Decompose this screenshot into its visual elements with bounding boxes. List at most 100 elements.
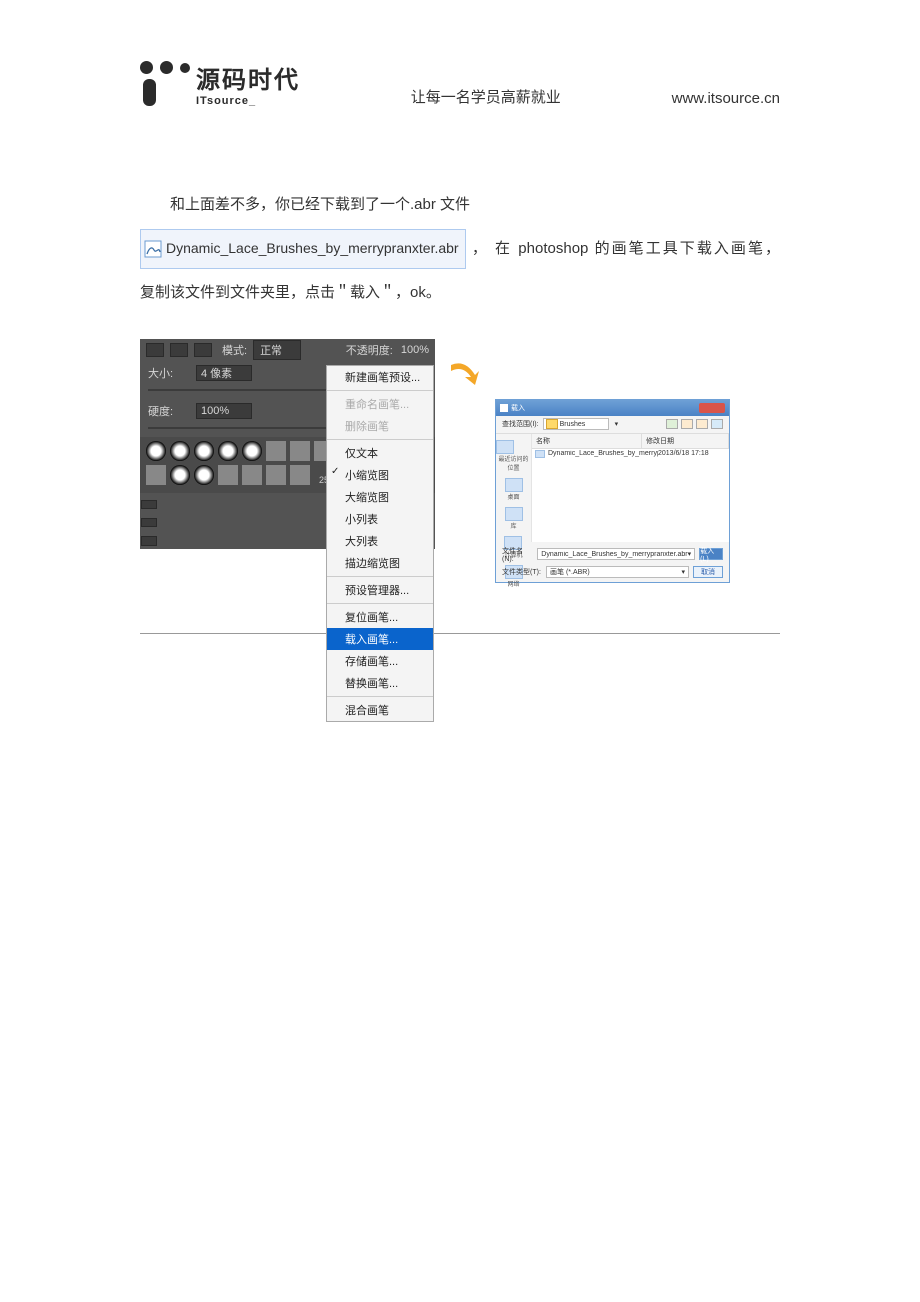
header-slogan: 让每一名学员高薪就业 [300, 86, 672, 107]
brush-thumb[interactable] [266, 465, 286, 485]
logo-text-cn: 源码时代 [196, 60, 300, 95]
view-icon[interactable] [711, 419, 723, 429]
mode-dropdown[interactable]: 正常 [253, 340, 301, 360]
dialog-bottom: 文件名(N): Dynamic_Lace_Brushes_by_merrypra… [496, 542, 729, 582]
brush-thumb[interactable] [146, 465, 166, 485]
close-button[interactable] [699, 403, 725, 413]
text: .abr [410, 196, 436, 213]
back-icon[interactable] [666, 419, 678, 429]
text: 和上面差不多，你已经下载到了一个 [170, 196, 410, 213]
menu-item[interactable]: 大缩览图 [327, 486, 433, 508]
file-row[interactable]: Dynamic_Lace_Brushes_by_merrypranxter.ab… [532, 449, 729, 459]
curved-arrow-icon [449, 361, 481, 393]
menu-separator [327, 696, 433, 697]
location-label: 查找范围(I): [502, 419, 539, 429]
up-icon[interactable] [681, 419, 693, 429]
menu-item[interactable]: 替换画笔... [327, 672, 433, 694]
recent-places-icon[interactable] [496, 440, 514, 454]
desktop-icon[interactable] [505, 478, 523, 492]
dialog-titlebar: 载入 [496, 400, 729, 416]
brush-thumb[interactable] [242, 441, 262, 461]
sidebar-label: 最近访问的位置 [496, 454, 531, 472]
dialog-title: 载入 [511, 403, 525, 413]
menu-item[interactable]: 混合画笔 [327, 699, 433, 721]
brush-preset-icon[interactable] [170, 343, 188, 357]
load-button[interactable]: 载入(L) [699, 548, 723, 560]
menu-item[interactable]: 仅文本 [327, 442, 433, 464]
load-file-dialog: 载入 查找范围(I): Brushes ▾ 最近访问的 [495, 399, 730, 583]
logo-mark [140, 61, 190, 107]
col-name[interactable]: 名称 [532, 434, 642, 448]
logo-text-en: ITsource_ [196, 95, 300, 107]
file-row-name: Dynamic_Lace_Brushes_by_merrypranxter.ab… [548, 450, 658, 458]
page-header: 源码时代 ITsource_ 让每一名学员高薪就业 www.itsource.c… [140, 60, 780, 107]
location-dropdown[interactable]: Brushes [543, 418, 609, 430]
header-url: www.itsource.cn [672, 90, 780, 107]
brush-thumb[interactable] [146, 441, 166, 461]
brush-thumb[interactable] [290, 441, 310, 461]
sidebar-label: 桌面 [505, 492, 523, 501]
new-folder-icon[interactable] [696, 419, 708, 429]
hardness-input[interactable]: 100% [196, 403, 252, 419]
filename-input[interactable]: Dynamic_Lace_Brushes_by_merrypranxter.ab… [537, 548, 695, 560]
brush-tool-icon[interactable] [146, 343, 164, 357]
opacity-label: 不透明度: [346, 342, 393, 358]
menu-item[interactable]: 复位画笔... [327, 606, 433, 628]
section-divider [140, 633, 780, 634]
tool-icon[interactable] [141, 518, 157, 527]
brush-panel-icon[interactable] [194, 343, 212, 357]
libraries-icon[interactable] [505, 507, 523, 521]
size-label: 大小: [148, 365, 196, 381]
menu-separator [327, 439, 433, 440]
menu-item[interactable]: 存储画笔... [327, 650, 433, 672]
brush-preset-menu: 新建画笔预设... 重命名画笔...删除画笔仅文本小缩览图大缩览图小列表大列表描边… [326, 365, 434, 722]
paragraph-2: Dynamic_Lace_Brushes_by_merrypranxter.ab… [140, 229, 780, 269]
file-row-date: 2013/6/18 17:18 [658, 450, 729, 458]
folder-icon [546, 419, 558, 429]
text: 文件 [436, 196, 470, 213]
menu-item: 删除画笔 [327, 415, 433, 437]
tool-icon[interactable] [141, 536, 157, 545]
menu-item[interactable]: 载入画笔... [327, 628, 433, 650]
sidebar-label: 库 [505, 521, 523, 530]
tool-icon[interactable] [141, 500, 157, 509]
brush-thumb[interactable] [242, 465, 262, 485]
dialog-toolbar: 查找范围(I): Brushes ▾ [496, 416, 729, 434]
location-value: Brushes [560, 421, 586, 428]
menu-item: 重命名画笔... [327, 393, 433, 415]
filetype-label: 文件类型(T): [502, 567, 542, 577]
brush-thumb[interactable] [218, 465, 238, 485]
col-date[interactable]: 修改日期 [642, 434, 729, 448]
menu-separator [327, 603, 433, 604]
paragraph-3: 复制该文件到文件夹里，点击＂载入＂，ok。 [140, 275, 780, 311]
mode-label: 模式: [222, 342, 247, 358]
menu-item[interactable]: 预设管理器... [327, 579, 433, 601]
brush-thumb[interactable] [194, 465, 214, 485]
menu-item[interactable]: 大列表 [327, 530, 433, 552]
hardness-label: 硬度: [148, 403, 196, 419]
text: ， 在 photoshop 的画笔工具下载入画笔， [472, 240, 780, 257]
menu-item[interactable]: 小列表 [327, 508, 433, 530]
dialog-icon [500, 404, 508, 412]
abr-file-icon [535, 450, 545, 458]
brush-thumb[interactable] [194, 441, 214, 461]
brush-thumb[interactable] [290, 465, 310, 485]
menu-separator [327, 390, 433, 391]
menu-item[interactable]: 描边缩览图 [327, 552, 433, 574]
brush-thumb[interactable] [266, 441, 286, 461]
ps-options-bar: 模式: 正常 不透明度: 100% [140, 339, 435, 361]
menu-item[interactable]: 新建画笔预设... [327, 366, 433, 388]
brush-thumb[interactable] [170, 465, 190, 485]
menu-item[interactable]: 小缩览图 [327, 464, 433, 486]
abr-file-badge: Dynamic_Lace_Brushes_by_merrypranxter.ab… [140, 229, 466, 269]
brush-thumb[interactable] [170, 441, 190, 461]
opacity-value[interactable]: 100% [401, 344, 429, 356]
cancel-button[interactable]: 取消 [693, 566, 723, 578]
sidebar-label: 网络 [505, 579, 523, 588]
brush-thumb[interactable] [218, 441, 238, 461]
logo: 源码时代 ITsource_ [140, 60, 300, 107]
size-input[interactable]: 4 像素 [196, 365, 252, 381]
filetype-dropdown[interactable]: 画笔 (*.ABR)▾ [546, 566, 689, 578]
dialog-sidebar: 最近访问的位置 桌面 库 计算机 网络 [496, 434, 532, 542]
screenshot-group: 模式: 正常 不透明度: 100% 大小: 4 像素 ⚙ 硬度: 100% [140, 339, 780, 583]
